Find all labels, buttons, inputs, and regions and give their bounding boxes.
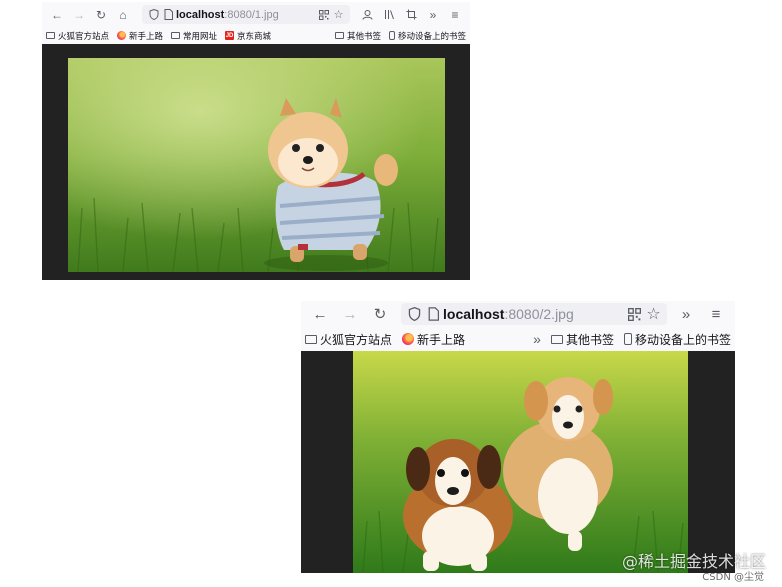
qr-code-icon[interactable] bbox=[316, 9, 331, 20]
shield-icon[interactable] bbox=[405, 307, 424, 321]
url-bar[interactable]: localhost:8080/1.jpg ☆ bbox=[142, 5, 350, 24]
chevron-double-right-icon[interactable]: » bbox=[671, 302, 701, 326]
url-text[interactable]: localhost:8080/1.jpg bbox=[176, 9, 316, 21]
qr-code-icon[interactable] bbox=[625, 307, 644, 321]
star-icon[interactable]: ☆ bbox=[331, 8, 346, 21]
folder-icon bbox=[171, 32, 181, 39]
page-icon bbox=[161, 9, 176, 20]
navigation-toolbar: ← → ↻ ⌂ localhost:8080/1.jpg ☆ » ≡ bbox=[42, 2, 470, 27]
hamburger-menu-icon[interactable]: ≡ bbox=[444, 5, 466, 25]
back-icon[interactable]: ← bbox=[46, 5, 68, 25]
bookmark-getting-started[interactable]: 新手上路 bbox=[117, 30, 163, 42]
bookmark-firefox-official[interactable]: 火狐官方站点 bbox=[46, 30, 109, 42]
bookmark-mobile[interactable]: 移动设备上的书签 bbox=[388, 30, 466, 42]
firefox-icon bbox=[402, 333, 415, 345]
bookmark-other[interactable]: 其他书签 bbox=[550, 331, 614, 348]
dog-photo bbox=[68, 58, 445, 272]
bookmarks-toolbar: 火狐官方站点 新手上路 » 其他书签 移动设备上的书签 bbox=[301, 327, 735, 351]
url-bar[interactable]: localhost:8080/2.jpg ☆ bbox=[401, 303, 667, 325]
bookmark-other[interactable]: 其他书签 bbox=[334, 30, 381, 42]
folder-icon bbox=[550, 334, 563, 344]
screenshot-icon[interactable] bbox=[400, 5, 422, 25]
url-text[interactable]: localhost:8080/2.jpg bbox=[443, 306, 625, 322]
bookmark-jd-mall[interactable]: JD 京东商城 bbox=[225, 30, 271, 42]
page-icon bbox=[424, 307, 443, 321]
reload-icon[interactable]: ↻ bbox=[365, 302, 395, 326]
firefox-icon bbox=[117, 31, 127, 40]
folder-icon bbox=[46, 32, 55, 39]
hamburger-menu-icon[interactable]: ≡ bbox=[701, 302, 731, 326]
bookmark-firefox-official[interactable]: 火狐官方站点 bbox=[305, 331, 392, 348]
forward-icon[interactable]: → bbox=[335, 302, 365, 326]
page-content bbox=[301, 351, 735, 573]
star-icon[interactable]: ☆ bbox=[644, 304, 663, 324]
back-icon[interactable]: ← bbox=[305, 302, 335, 326]
mobile-device-icon bbox=[388, 31, 395, 40]
account-icon[interactable] bbox=[356, 5, 378, 25]
puppies-photo bbox=[353, 351, 688, 573]
folder-icon bbox=[305, 334, 317, 344]
forward-icon[interactable]: → bbox=[68, 5, 90, 25]
bookmarks-toolbar: 火狐官方站点 新手上路 常用网址 JD 京东商城 其他书签 移动设备上的书签 bbox=[42, 27, 470, 44]
chevron-double-right-icon[interactable]: » bbox=[533, 331, 541, 347]
folder-icon bbox=[334, 32, 344, 39]
browser-window-2: ← → ↻ localhost:8080/2.jpg ☆ » ≡ 火狐官方站点 … bbox=[301, 301, 735, 573]
page-content bbox=[42, 44, 470, 280]
reload-icon[interactable]: ↻ bbox=[90, 5, 112, 25]
shield-icon[interactable] bbox=[146, 9, 161, 20]
jd-icon: JD bbox=[225, 31, 235, 40]
library-icon[interactable] bbox=[378, 5, 400, 25]
credit-text: CSDN @尘觉 bbox=[702, 572, 764, 583]
chevron-double-right-icon[interactable]: » bbox=[422, 5, 444, 25]
browser-window-1: ← → ↻ ⌂ localhost:8080/1.jpg ☆ » ≡ 火狐官方站… bbox=[42, 2, 470, 280]
navigation-toolbar: ← → ↻ localhost:8080/2.jpg ☆ » ≡ bbox=[301, 301, 735, 327]
home-icon[interactable]: ⌂ bbox=[112, 5, 134, 25]
bookmark-getting-started[interactable]: 新手上路 bbox=[402, 331, 465, 348]
bookmark-common-sites[interactable]: 常用网址 bbox=[171, 30, 217, 42]
bookmark-mobile[interactable]: 移动设备上的书签 bbox=[623, 331, 731, 348]
mobile-device-icon bbox=[623, 333, 632, 345]
